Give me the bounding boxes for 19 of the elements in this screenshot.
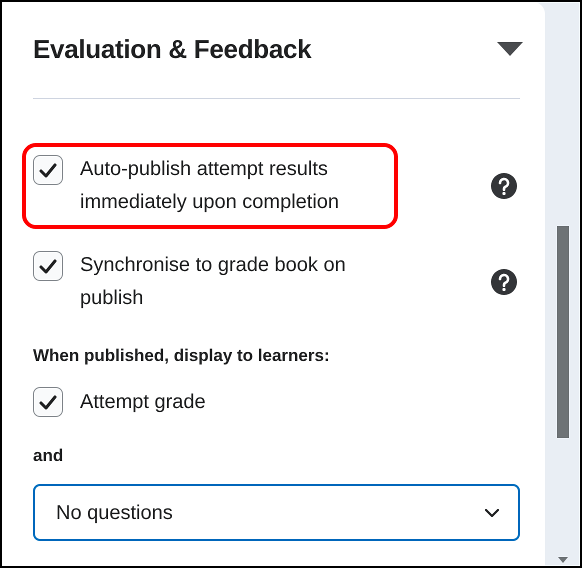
checkmark-icon (39, 162, 57, 178)
section-title: Evaluation & Feedback (33, 32, 312, 66)
checkmark-icon (39, 394, 57, 410)
triangle-icon (497, 42, 523, 56)
chevron-down-icon (484, 508, 500, 518)
checkbox[interactable] (33, 251, 63, 281)
scroll-down-icon[interactable] (558, 557, 568, 563)
option-label: Attempt grade (80, 390, 206, 414)
option-label: Auto-publish attempt results immediately upon completion (80, 157, 340, 215)
help-icon[interactable] (491, 269, 517, 295)
display-heading: When published, display to learners: (33, 345, 331, 367)
questions-select[interactable]: No questions (33, 484, 520, 541)
and-label: and (33, 444, 64, 466)
option-label: Synchronise to grade book on publish (80, 253, 347, 311)
checkbox[interactable] (33, 155, 63, 185)
scrollbar-thumb[interactable] (556, 226, 568, 438)
help-icon[interactable] (491, 173, 517, 199)
checkbox[interactable] (33, 387, 63, 417)
checkmark-icon (39, 258, 57, 274)
